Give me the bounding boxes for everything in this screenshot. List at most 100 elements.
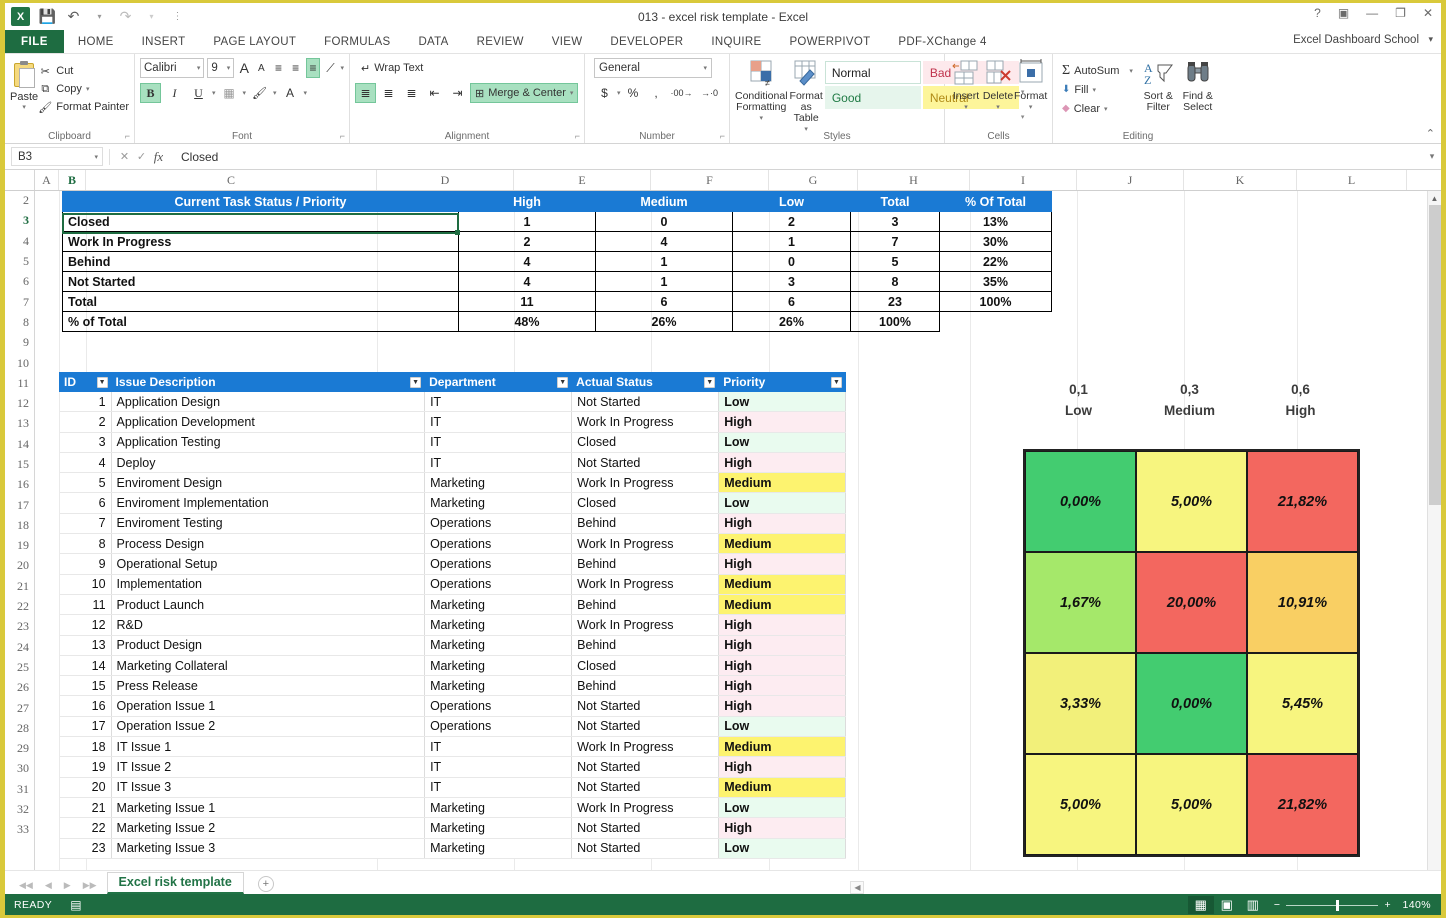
column-header-A[interactable]: A: [35, 170, 59, 190]
cut-button[interactable]: ✂ Cut: [38, 62, 129, 80]
zoom-track[interactable]: [1286, 905, 1378, 906]
table-row[interactable]: 12R&DMarketingWork In ProgressHigh: [60, 615, 846, 635]
table-row[interactable]: 14Marketing CollateralMarketingClosedHig…: [60, 655, 846, 675]
row-header-12[interactable]: 12: [5, 394, 34, 414]
increase-indent-icon[interactable]: ⇥: [447, 83, 468, 103]
font-size-input[interactable]: 9 ▾: [207, 58, 234, 78]
row-header-30[interactable]: 30: [5, 759, 34, 779]
column-header-L[interactable]: L: [1297, 170, 1407, 190]
table-row[interactable]: 4DeployITNot StartedHigh: [60, 452, 846, 472]
accounting-format-icon[interactable]: $: [594, 83, 615, 103]
zoom-slider[interactable]: − +: [1274, 899, 1391, 911]
last-sheet-icon[interactable]: ▶▶: [83, 880, 97, 891]
restore-icon[interactable]: ❐: [1395, 6, 1406, 20]
table-row[interactable]: 8Process DesignOperationsWork In Progres…: [60, 534, 846, 554]
borders-icon[interactable]: ▦: [219, 83, 240, 103]
page-break-view-icon[interactable]: ▥: [1240, 896, 1266, 914]
table-row[interactable]: 5Enviroment DesignMarketingWork In Progr…: [60, 473, 846, 493]
grow-font-icon[interactable]: A: [237, 58, 251, 78]
font-dialog-launcher-icon[interactable]: ⌐: [340, 131, 345, 141]
row-header-25[interactable]: 25: [5, 658, 34, 678]
undo-icon[interactable]: ↶: [65, 8, 82, 25]
issue-header-status[interactable]: Actual Status ▼: [572, 373, 719, 392]
zoom-level[interactable]: 140%: [1391, 899, 1431, 911]
name-box-caret-icon[interactable]: ▾: [94, 153, 98, 161]
next-sheet-icon[interactable]: ▶: [64, 880, 71, 891]
normal-view-icon[interactable]: ▦: [1188, 896, 1214, 914]
issue-header-description[interactable]: Issue Description ▼: [111, 373, 425, 392]
bold-button[interactable]: B: [140, 83, 161, 103]
italic-button[interactable]: I: [164, 83, 185, 103]
cell-style-normal[interactable]: Normal: [825, 61, 921, 84]
row-header-24[interactable]: 24: [5, 638, 34, 658]
row-header-32[interactable]: 32: [5, 800, 34, 820]
clear-button[interactable]: ◆ Clear ▾: [1062, 99, 1133, 118]
minimize-icon[interactable]: —: [1366, 6, 1378, 20]
comma-style-icon[interactable]: ,: [646, 83, 667, 103]
vertical-scroll-thumb[interactable]: [1429, 205, 1441, 505]
fill-color-icon[interactable]: 🖌: [249, 83, 270, 103]
font-color-icon[interactable]: A: [280, 83, 301, 103]
filter-dropdown-icon[interactable]: ▼: [704, 377, 715, 388]
align-right-icon[interactable]: ≣: [401, 83, 422, 103]
filter-dropdown-icon[interactable]: ▼: [410, 377, 421, 388]
prev-sheet-icon[interactable]: ◀: [45, 880, 52, 891]
borders-caret-icon[interactable]: ▾: [243, 89, 247, 97]
column-header-C[interactable]: C: [86, 170, 377, 190]
row-header-21[interactable]: 21: [5, 577, 34, 597]
underline-caret-icon[interactable]: ▾: [212, 89, 216, 97]
table-row[interactable]: 11Product LaunchMarketingBehindMedium: [60, 594, 846, 614]
filter-dropdown-icon[interactable]: ▼: [831, 377, 842, 388]
row-header-8[interactable]: 8: [5, 313, 34, 333]
summary-row[interactable]: Closed 1 0 2 3 13%: [63, 212, 1052, 232]
table-row[interactable]: 9Operational SetupOperationsBehindHigh: [60, 554, 846, 574]
table-row[interactable]: 17Operation Issue 2OperationsNot Started…: [60, 716, 846, 736]
filter-dropdown-icon[interactable]: ▼: [97, 377, 108, 388]
row-header-31[interactable]: 31: [5, 780, 34, 800]
close-icon[interactable]: ✕: [1423, 6, 1433, 20]
column-header-K[interactable]: K: [1184, 170, 1297, 190]
shrink-font-icon[interactable]: A: [254, 58, 268, 78]
fill-color-caret-icon[interactable]: ▾: [273, 89, 277, 97]
table-row[interactable]: 6Enviroment ImplementationMarketingClose…: [60, 493, 846, 513]
issue-header-priority[interactable]: Priority ▼: [719, 373, 846, 392]
format-painter-button[interactable]: 🖌 Format Painter: [38, 98, 129, 116]
table-row[interactable]: 23Marketing Issue 3MarketingNot StartedL…: [60, 838, 846, 858]
macro-record-icon[interactable]: ▤: [70, 898, 82, 912]
row-header-13[interactable]: 13: [5, 414, 34, 434]
row-header-7[interactable]: 7: [5, 292, 34, 312]
orientation-caret-icon[interactable]: ▾: [341, 64, 345, 72]
tab-powerpivot[interactable]: POWERPIVOT: [775, 30, 884, 53]
customize-qat-icon[interactable]: ⋮: [169, 8, 186, 25]
row-header-5[interactable]: 5: [5, 252, 34, 272]
fill-button[interactable]: ⬇ Fill ▾: [1062, 80, 1133, 99]
row-header-26[interactable]: 26: [5, 678, 34, 698]
row-header-17[interactable]: 17: [5, 495, 34, 515]
table-row[interactable]: 15Press ReleaseMarketingBehindHigh: [60, 676, 846, 696]
row-header-29[interactable]: 29: [5, 739, 34, 759]
name-box[interactable]: B3 ▾: [11, 147, 103, 166]
help-icon[interactable]: ?: [1314, 6, 1321, 20]
tab-developer[interactable]: DEVELOPER: [596, 30, 697, 53]
first-sheet-icon[interactable]: ◀◀: [19, 880, 33, 891]
accounting-caret-icon[interactable]: ▾: [617, 89, 621, 97]
column-header-I[interactable]: I: [970, 170, 1077, 190]
row-header-9[interactable]: 9: [5, 333, 34, 353]
row-header-11[interactable]: 11: [5, 374, 34, 394]
row-header-14[interactable]: 14: [5, 435, 34, 455]
percent-style-icon[interactable]: %: [623, 83, 644, 103]
insert-function-icon[interactable]: fx: [150, 149, 167, 165]
row-header-19[interactable]: 19: [5, 536, 34, 556]
font-name-caret-icon[interactable]: ▾: [197, 64, 201, 72]
collapse-ribbon-icon[interactable]: ⌃: [1426, 127, 1435, 140]
number-format-select[interactable]: General ▾: [594, 58, 712, 78]
table-row[interactable]: 3Application TestingITClosedLow: [60, 432, 846, 452]
autosum-button[interactable]: Σ AutoSum ▾: [1062, 61, 1133, 80]
issue-header-department[interactable]: Department ▼: [425, 373, 572, 392]
row-header-28[interactable]: 28: [5, 719, 34, 739]
wrap-text-button[interactable]: ↵ Wrap Text: [357, 62, 423, 75]
tab-view[interactable]: VIEW: [538, 30, 597, 53]
sheet-canvas[interactable]: Current Task Status / Priority High Medi…: [35, 191, 1441, 870]
underline-button[interactable]: U: [188, 83, 209, 103]
table-row[interactable]: 13Product DesignMarketingBehindHigh: [60, 635, 846, 655]
